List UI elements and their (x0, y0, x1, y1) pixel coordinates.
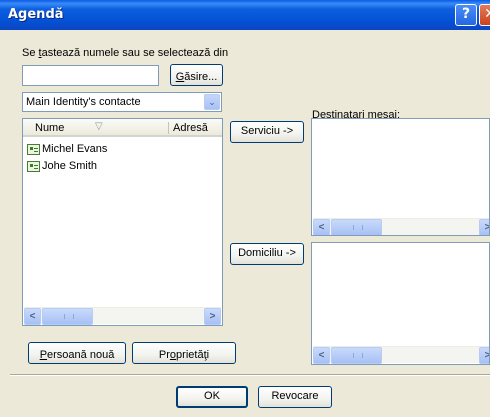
column-header-address[interactable]: Adresă (173, 122, 208, 134)
find-button[interactable]: Găsire... (170, 64, 223, 86)
scroll-right-icon[interactable]: > (479, 219, 489, 235)
home-recipients-scrollbar[interactable]: < > (313, 346, 489, 364)
search-prompt-prefix: Se (22, 47, 39, 59)
properties-label-pre: Pr (158, 349, 170, 361)
work-recipients-list[interactable]: < > (311, 118, 490, 236)
help-icon: ? (461, 6, 471, 22)
help-button[interactable]: ? (455, 4, 477, 26)
properties-label: prietăţi (176, 349, 210, 361)
contact-card-icon (27, 144, 40, 155)
work-address-button[interactable]: Serviciu -> (230, 121, 304, 143)
window-title: Agendă (8, 7, 64, 22)
scroll-left-icon[interactable]: < (313, 347, 330, 364)
cancel-label: Revocare (271, 390, 319, 402)
properties-button[interactable]: Proprietăţi (132, 342, 236, 364)
contacts-horizontal-scrollbar[interactable]: < > (24, 307, 221, 325)
home-address-label: Domiciliu -> (238, 247, 296, 259)
contact-name: Johe Smith (42, 160, 98, 172)
cancel-button[interactable]: Revocare (258, 386, 332, 408)
search-prompt-suffix: astează numele sau se selectează din (41, 47, 229, 59)
scrollbar-thumb[interactable] (42, 308, 93, 325)
find-label: ăsire... (184, 71, 218, 83)
scroll-right-icon[interactable]: > (204, 308, 221, 325)
divider (10, 374, 490, 376)
ok-button[interactable]: OK (176, 386, 248, 408)
search-input[interactable] (22, 65, 159, 86)
title-bar: Agendă ? ✕ (0, 0, 490, 30)
scroll-right-icon[interactable]: > (479, 347, 489, 364)
new-contact-label: ersoană nouă (47, 349, 115, 361)
contacts-list-header: Nume ▽ Adresă (23, 119, 222, 137)
sort-descending-icon: ▽ (95, 121, 103, 132)
contact-source-select[interactable]: Main Identity's contacte ⌄ (22, 92, 222, 112)
scroll-left-icon[interactable]: < (313, 219, 330, 235)
scrollbar-thumb[interactable] (331, 219, 382, 235)
scrollbar-thumb[interactable] (331, 347, 382, 364)
work-recipients-scrollbar[interactable]: < > (313, 218, 489, 235)
new-contact-accesskey: P (39, 349, 48, 361)
contact-card-icon (27, 161, 40, 172)
chevron-down-icon[interactable]: ⌄ (204, 94, 220, 110)
list-item[interactable]: Johe Smith (25, 159, 215, 175)
ok-label: OK (204, 390, 220, 402)
find-accesskey: G (175, 71, 185, 83)
home-address-button[interactable]: Domiciliu -> (230, 243, 304, 265)
column-divider[interactable] (168, 122, 169, 134)
column-header-name[interactable]: Nume (35, 122, 64, 134)
home-recipients-list[interactable]: < > (311, 242, 490, 365)
close-icon: ✕ (484, 6, 490, 22)
list-item[interactable]: Michel Evans (25, 142, 215, 158)
scroll-left-icon[interactable]: < (24, 308, 41, 325)
close-button[interactable]: ✕ (479, 4, 490, 26)
contact-name: Michel Evans (42, 143, 108, 155)
work-address-label: Serviciu -> (240, 125, 294, 137)
contacts-list[interactable]: Nume ▽ Adresă Michel Evans Johe Smith < … (22, 118, 223, 326)
search-prompt: Se tastează numele sau se selectează din (22, 47, 228, 59)
contact-source-value: Main Identity's contacte (26, 96, 141, 108)
new-contact-button[interactable]: Persoană nouă (28, 342, 126, 364)
